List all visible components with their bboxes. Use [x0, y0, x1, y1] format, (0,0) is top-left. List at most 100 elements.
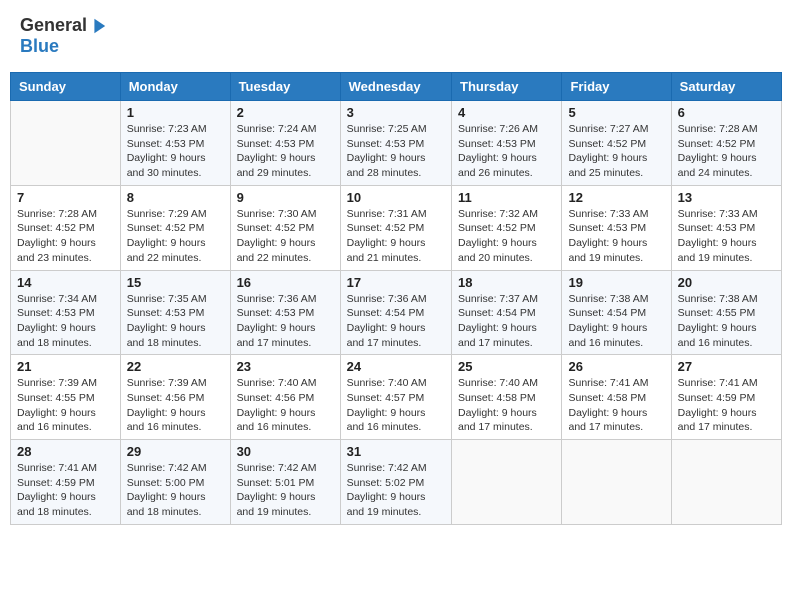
calendar-cell: 19 Sunrise: 7:38 AM Sunset: 4:54 PM Dayli…	[562, 270, 671, 355]
day-number: 25	[458, 359, 555, 374]
calendar-week-row: 14 Sunrise: 7:34 AM Sunset: 4:53 PM Dayli…	[11, 270, 782, 355]
calendar-cell: 11 Sunrise: 7:32 AM Sunset: 4:52 PM Dayli…	[452, 185, 562, 270]
calendar-cell: 21 Sunrise: 7:39 AM Sunset: 4:55 PM Dayli…	[11, 355, 121, 440]
calendar-cell: 8 Sunrise: 7:29 AM Sunset: 4:52 PM Daylig…	[120, 185, 230, 270]
day-info: Sunrise: 7:38 AM Sunset: 4:54 PM Dayligh…	[568, 292, 664, 351]
col-header-sunday: Sunday	[11, 73, 121, 101]
day-info: Sunrise: 7:35 AM Sunset: 4:53 PM Dayligh…	[127, 292, 224, 351]
day-number: 27	[678, 359, 775, 374]
day-info: Sunrise: 7:26 AM Sunset: 4:53 PM Dayligh…	[458, 122, 555, 181]
day-info: Sunrise: 7:40 AM Sunset: 4:57 PM Dayligh…	[347, 376, 445, 435]
logo: General Blue	[20, 15, 107, 57]
day-number: 31	[347, 444, 445, 459]
day-info: Sunrise: 7:42 AM Sunset: 5:02 PM Dayligh…	[347, 461, 445, 520]
day-number: 21	[17, 359, 114, 374]
day-info: Sunrise: 7:29 AM Sunset: 4:52 PM Dayligh…	[127, 207, 224, 266]
day-info: Sunrise: 7:37 AM Sunset: 4:54 PM Dayligh…	[458, 292, 555, 351]
calendar-cell: 31 Sunrise: 7:42 AM Sunset: 5:02 PM Dayli…	[340, 440, 451, 525]
calendar-cell: 23Sunrise: 7:40 AM Sunset: 4:56 PM Dayli…	[230, 355, 340, 440]
day-info: Sunrise: 7:42 AM Sunset: 5:00 PM Dayligh…	[127, 461, 224, 520]
day-number: 24	[347, 359, 445, 374]
calendar-cell: 25 Sunrise: 7:40 AM Sunset: 4:58 PM Dayli…	[452, 355, 562, 440]
calendar-cell: 29Sunrise: 7:42 AM Sunset: 5:00 PM Dayli…	[120, 440, 230, 525]
day-info: Sunrise: 7:41 AM Sunset: 4:59 PM Dayligh…	[678, 376, 775, 435]
day-number: 5	[568, 105, 664, 120]
day-number: 2	[237, 105, 334, 120]
calendar-cell: 1 Sunrise: 7:23 AM Sunset: 4:53 PM Daylig…	[120, 101, 230, 186]
day-info: Sunrise: 7:41 AM Sunset: 4:58 PM Dayligh…	[568, 376, 664, 435]
calendar-table: SundayMondayTuesdayWednesdayThursdayFrid…	[10, 72, 782, 525]
day-number: 8	[127, 190, 224, 205]
calendar-cell	[562, 440, 671, 525]
calendar-cell: 22Sunrise: 7:39 AM Sunset: 4:56 PM Dayli…	[120, 355, 230, 440]
calendar-cell: 27 Sunrise: 7:41 AM Sunset: 4:59 PM Dayli…	[671, 355, 781, 440]
day-number: 20	[678, 275, 775, 290]
day-info: Sunrise: 7:31 AM Sunset: 4:52 PM Dayligh…	[347, 207, 445, 266]
day-info: Sunrise: 7:28 AM Sunset: 4:52 PM Dayligh…	[678, 122, 775, 181]
day-info: Sunrise: 7:38 AM Sunset: 4:55 PM Dayligh…	[678, 292, 775, 351]
day-number: 6	[678, 105, 775, 120]
calendar-week-row: 7Sunrise: 7:28 AM Sunset: 4:52 PM Daylig…	[11, 185, 782, 270]
day-info: Sunrise: 7:33 AM Sunset: 4:53 PM Dayligh…	[568, 207, 664, 266]
day-info: Sunrise: 7:28 AM Sunset: 4:52 PM Dayligh…	[17, 207, 114, 266]
calendar-week-row: 1 Sunrise: 7:23 AM Sunset: 4:53 PM Daylig…	[11, 101, 782, 186]
day-number: 9	[237, 190, 334, 205]
day-info: Sunrise: 7:23 AM Sunset: 4:53 PM Dayligh…	[127, 122, 224, 181]
calendar-cell: 5 Sunrise: 7:27 AM Sunset: 4:52 PM Daylig…	[562, 101, 671, 186]
calendar-cell: 4 Sunrise: 7:26 AM Sunset: 4:53 PM Daylig…	[452, 101, 562, 186]
day-number: 12	[568, 190, 664, 205]
day-number: 13	[678, 190, 775, 205]
day-number: 23	[237, 359, 334, 374]
calendar-cell: 30Sunrise: 7:42 AM Sunset: 5:01 PM Dayli…	[230, 440, 340, 525]
day-info: Sunrise: 7:30 AM Sunset: 4:52 PM Dayligh…	[237, 207, 334, 266]
calendar-cell: 20 Sunrise: 7:38 AM Sunset: 4:55 PM Dayli…	[671, 270, 781, 355]
day-info: Sunrise: 7:32 AM Sunset: 4:52 PM Dayligh…	[458, 207, 555, 266]
calendar-cell	[671, 440, 781, 525]
day-number: 11	[458, 190, 555, 205]
calendar-cell: 6 Sunrise: 7:28 AM Sunset: 4:52 PM Daylig…	[671, 101, 781, 186]
header: General Blue	[10, 10, 782, 62]
calendar-cell: 7Sunrise: 7:28 AM Sunset: 4:52 PM Daylig…	[11, 185, 121, 270]
day-info: Sunrise: 7:36 AM Sunset: 4:53 PM Dayligh…	[237, 292, 334, 351]
calendar-cell: 2 Sunrise: 7:24 AM Sunset: 4:53 PM Daylig…	[230, 101, 340, 186]
day-number: 4	[458, 105, 555, 120]
day-info: Sunrise: 7:33 AM Sunset: 4:53 PM Dayligh…	[678, 207, 775, 266]
day-number: 16	[237, 275, 334, 290]
calendar-cell: 18 Sunrise: 7:37 AM Sunset: 4:54 PM Dayli…	[452, 270, 562, 355]
calendar-cell: 3 Sunrise: 7:25 AM Sunset: 4:53 PM Daylig…	[340, 101, 451, 186]
day-info: Sunrise: 7:24 AM Sunset: 4:53 PM Dayligh…	[237, 122, 334, 181]
day-number: 1	[127, 105, 224, 120]
calendar-header-row: SundayMondayTuesdayWednesdayThursdayFrid…	[11, 73, 782, 101]
col-header-thursday: Thursday	[452, 73, 562, 101]
day-info: Sunrise: 7:34 AM Sunset: 4:53 PM Dayligh…	[17, 292, 114, 351]
day-info: Sunrise: 7:36 AM Sunset: 4:54 PM Dayligh…	[347, 292, 445, 351]
day-number: 22	[127, 359, 224, 374]
day-number: 28	[17, 444, 114, 459]
day-number: 18	[458, 275, 555, 290]
calendar-week-row: 28Sunrise: 7:41 AM Sunset: 4:59 PM Dayli…	[11, 440, 782, 525]
day-number: 19	[568, 275, 664, 290]
day-number: 14	[17, 275, 114, 290]
calendar-cell: 26 Sunrise: 7:41 AM Sunset: 4:58 PM Dayli…	[562, 355, 671, 440]
col-header-saturday: Saturday	[671, 73, 781, 101]
day-number: 26	[568, 359, 664, 374]
calendar-cell: 16 Sunrise: 7:36 AM Sunset: 4:53 PM Dayli…	[230, 270, 340, 355]
day-number: 10	[347, 190, 445, 205]
logo-blue: Blue	[20, 36, 59, 56]
calendar-cell: 17Sunrise: 7:36 AM Sunset: 4:54 PM Dayli…	[340, 270, 451, 355]
calendar-cell: 24 Sunrise: 7:40 AM Sunset: 4:57 PM Dayli…	[340, 355, 451, 440]
calendar-cell: 28Sunrise: 7:41 AM Sunset: 4:59 PM Dayli…	[11, 440, 121, 525]
day-number: 3	[347, 105, 445, 120]
day-info: Sunrise: 7:25 AM Sunset: 4:53 PM Dayligh…	[347, 122, 445, 181]
col-header-tuesday: Tuesday	[230, 73, 340, 101]
col-header-friday: Friday	[562, 73, 671, 101]
calendar-cell: 10 Sunrise: 7:31 AM Sunset: 4:52 PM Dayli…	[340, 185, 451, 270]
col-header-wednesday: Wednesday	[340, 73, 451, 101]
calendar-cell: 12 Sunrise: 7:33 AM Sunset: 4:53 PM Dayli…	[562, 185, 671, 270]
day-number: 15	[127, 275, 224, 290]
calendar-week-row: 21 Sunrise: 7:39 AM Sunset: 4:55 PM Dayli…	[11, 355, 782, 440]
day-info: Sunrise: 7:27 AM Sunset: 4:52 PM Dayligh…	[568, 122, 664, 181]
day-info: Sunrise: 7:40 AM Sunset: 4:58 PM Dayligh…	[458, 376, 555, 435]
day-info: Sunrise: 7:39 AM Sunset: 4:55 PM Dayligh…	[17, 376, 114, 435]
calendar-cell	[452, 440, 562, 525]
